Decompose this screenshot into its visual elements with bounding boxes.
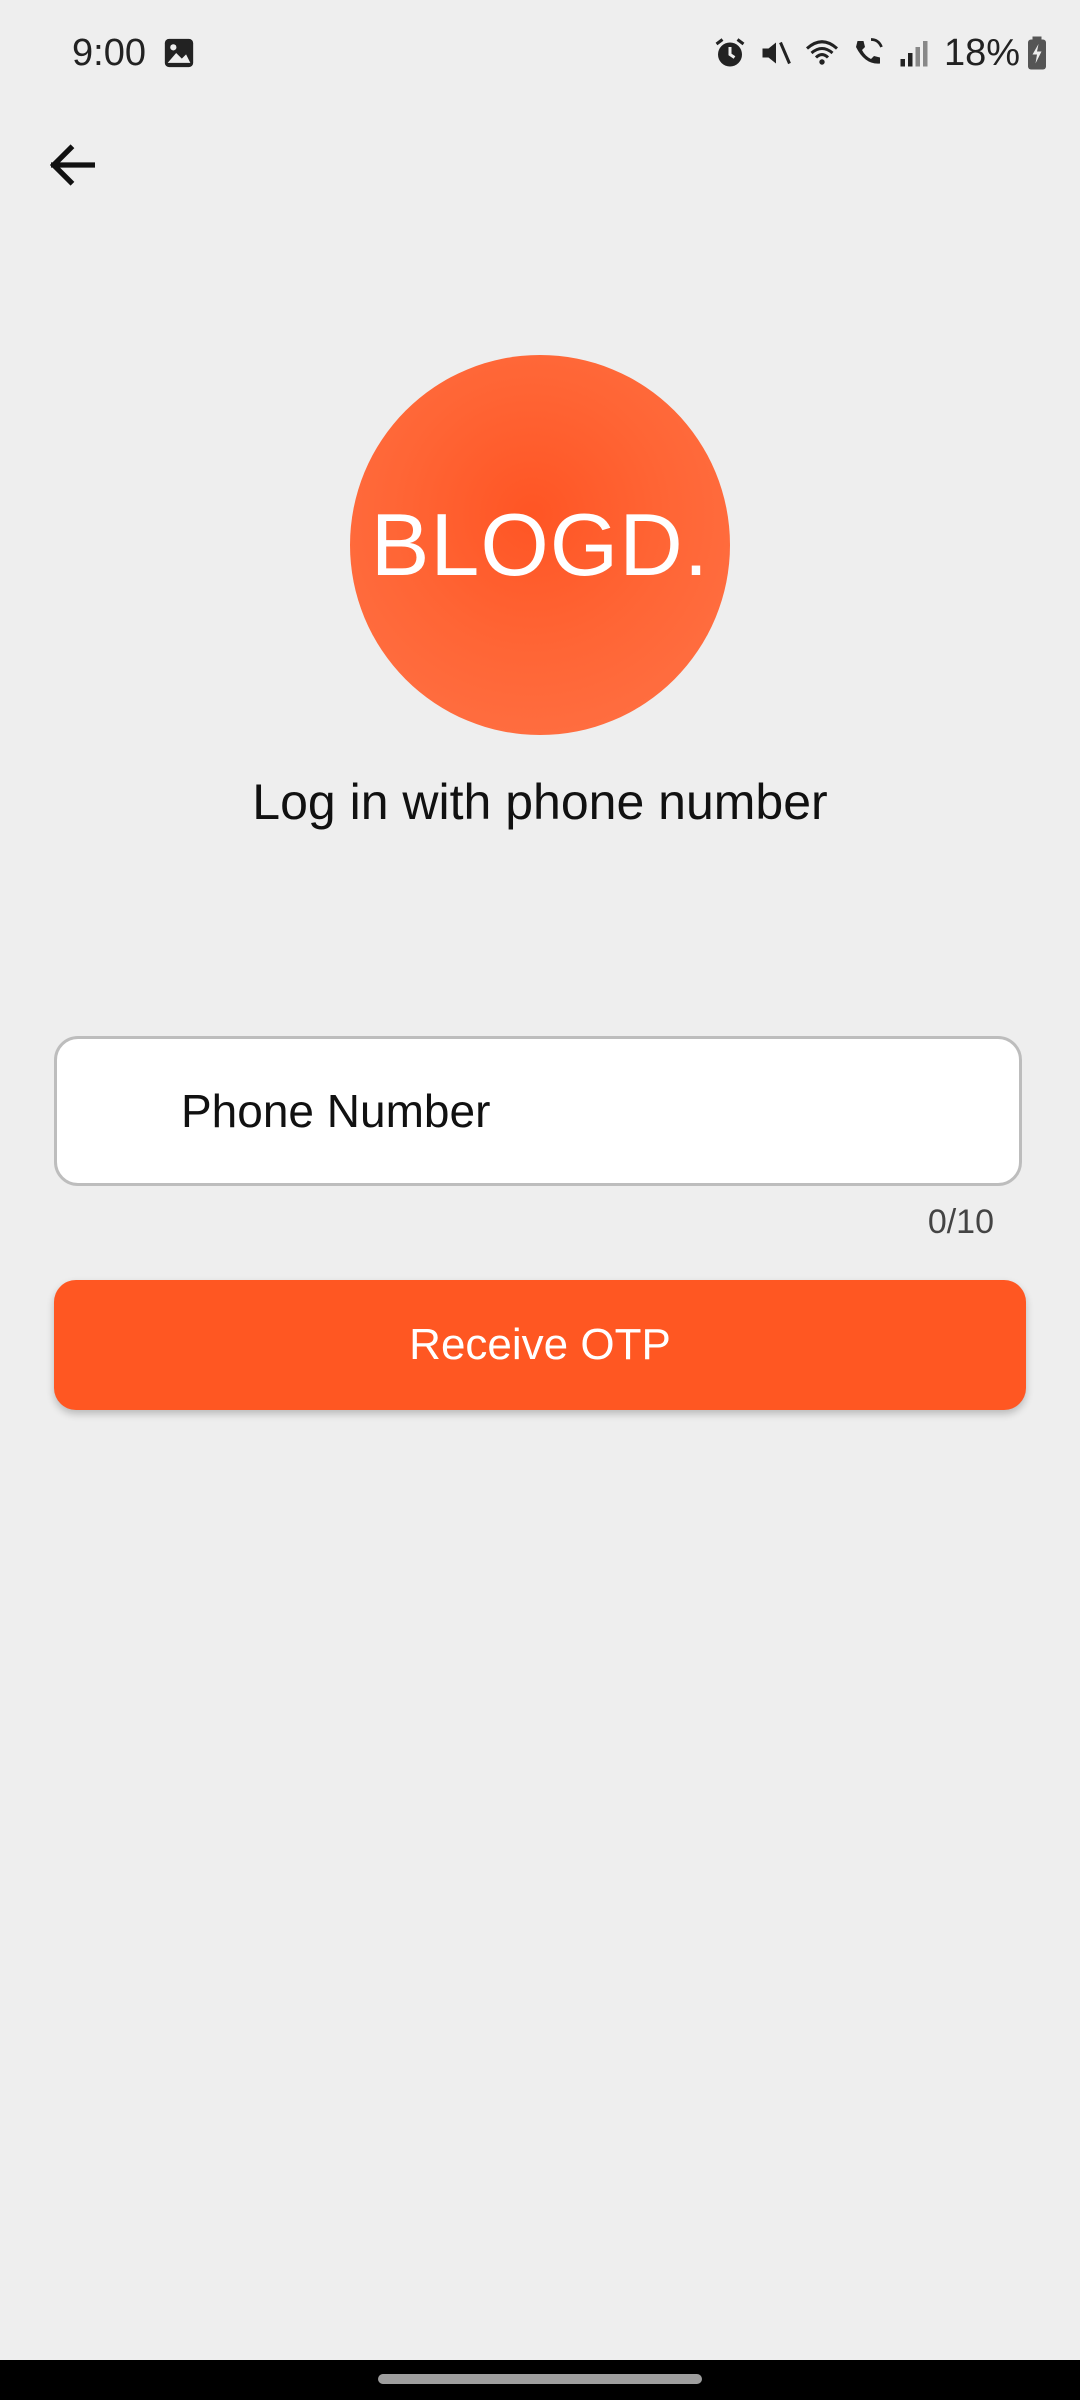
home-indicator[interactable] [378,2374,702,2384]
signal-icon [900,41,928,67]
alarm-icon [715,38,745,67]
wifi-call-icon [855,38,883,64]
navigation-bar [0,2360,1080,2400]
battery-charging-icon [1028,36,1046,70]
battery-percent: 18% [943,32,1020,74]
mute-icon [762,41,791,65]
arrow-left-icon [49,144,95,186]
status-time: 9:00 [72,32,146,74]
app-logo: BLOGD. [350,355,730,735]
phone-input[interactable] [181,1039,981,1183]
back-button[interactable] [36,128,110,202]
page-subtitle: Log in with phone number [252,774,828,830]
phone-field[interactable] [54,1036,1022,1186]
wifi-icon [805,40,838,65]
status-bar: 9:00 18% [0,0,1080,104]
character-counter: 0/10 [927,1203,994,1241]
gallery-icon [164,38,194,68]
logo-text: BLOGD. [370,495,710,594]
receive-otp-button[interactable]: Receive OTP [54,1280,1026,1410]
status-icons: 18% [702,28,1050,78]
